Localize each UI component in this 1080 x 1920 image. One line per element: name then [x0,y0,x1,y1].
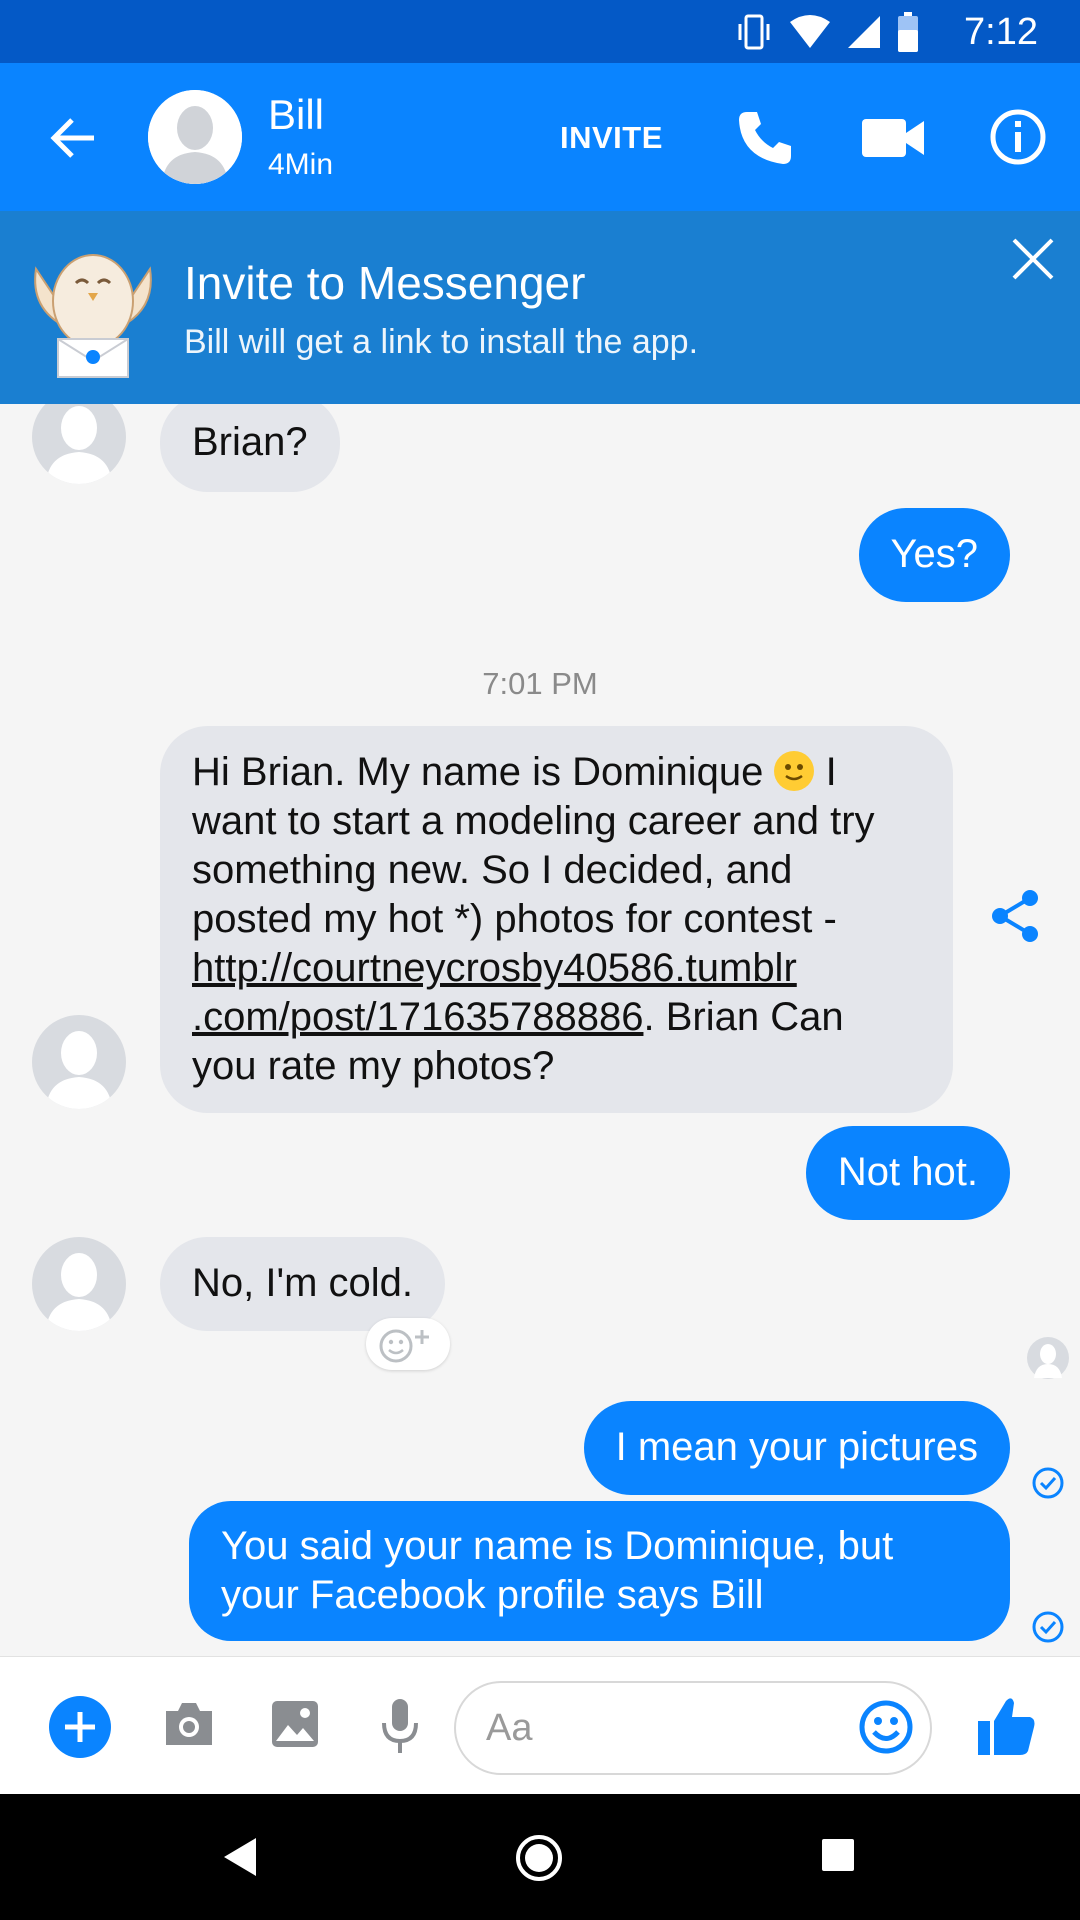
status-bar: 7:12 [0,0,1080,63]
banner-subtitle: Bill will get a link to install the app. [184,323,699,361]
sender-avatar[interactable] [32,1237,126,1331]
message-line: you rate my photos? [192,1044,555,1088]
message-line: something new. So I decided, and [192,848,793,892]
message-text: Brian? [192,420,308,464]
message-line: posted my hot *) photos for contest - [192,897,837,941]
phone-icon[interactable] [735,108,795,168]
home-nav-icon[interactable] [515,1834,563,1882]
read-receipt-avatar-icon [1027,1337,1069,1379]
invite-button[interactable]: INVITE [560,120,663,156]
contact-active-status: 4Min [268,148,334,181]
battery-icon [898,12,918,52]
message-line: Hi Brian. My name is Dominique I [192,750,837,794]
slightly-smiling-emoji-icon [774,751,815,791]
add-reaction-icon [379,1329,429,1363]
contact-avatar[interactable] [148,90,242,184]
message-text: Yes? [890,532,979,576]
sender-avatar[interactable] [32,404,126,484]
share-icon[interactable] [990,888,1042,944]
thumbs-up-icon[interactable] [976,1695,1036,1757]
message-bubble-incoming[interactable]: Brian? [160,404,340,492]
status-icons [734,12,920,52]
sender-avatar[interactable] [32,1015,126,1109]
message-timestamp: 7:01 PM [482,666,598,701]
vibrate-icon [738,14,770,50]
wifi-icon [790,15,830,48]
close-icon[interactable] [1010,236,1056,282]
message-bubble-incoming[interactable]: No, I'm cold. [160,1237,446,1331]
gallery-icon[interactable] [270,1699,320,1749]
message-bubble-incoming[interactable]: Hi Brian. My name is Dominique I want to… [160,726,953,1113]
message-text: I mean your pictures [615,1425,978,1469]
invite-banner[interactable]: Invite to Messenger Bill will get a link… [0,211,1080,404]
message-text: No, I'm cold. [192,1261,414,1305]
message-bubble-outgoing[interactable]: Yes? [858,508,1010,602]
message-line: your Facebook profile says Bill [221,1573,764,1617]
message-input-placeholder: Aa [486,1707,533,1749]
default-avatar-icon [46,1031,112,1109]
message-link[interactable]: http://courtneycrosby40586.tumblr [192,944,921,993]
emoji-icon[interactable] [858,1699,914,1755]
back-nav-icon[interactable] [222,1836,258,1878]
message-bubble-outgoing[interactable]: I mean your pictures [583,1401,1010,1495]
seen-check-icon [1032,1611,1064,1643]
message-line: want to start a modeling career and try [192,799,875,843]
info-icon[interactable] [988,107,1048,167]
contact-name[interactable]: Bill [268,91,324,139]
message-link[interactable]: .com/post/171635788886 [192,995,643,1039]
status-time: 7:12 [964,11,1038,53]
add-reaction-button[interactable] [366,1318,450,1370]
message-text: Not hot. [837,1150,978,1194]
system-navigation-bar [0,1794,1080,1920]
message-bubble-outgoing[interactable]: You said your name is Dominique, but you… [189,1501,1010,1641]
recents-nav-icon[interactable] [821,1838,855,1872]
message-input[interactable]: Aa [454,1681,932,1775]
owl-mascot-icon [34,254,152,378]
default-avatar-icon [46,1253,112,1331]
message-thread[interactable]: Brian? Yes? 7:01 PM Hi Brian. My name is… [0,404,1080,1656]
message-line: You said your name is Dominique, but [221,1524,894,1568]
conversation-header: Bill 4Min INVITE [0,63,1080,211]
video-camera-icon[interactable] [860,113,926,163]
plus-icon[interactable] [48,1695,112,1759]
message-line: .com/post/171635788886. Brian Can [192,995,844,1039]
camera-icon[interactable] [162,1699,216,1749]
message-composer: Aa [0,1656,1080,1794]
default-avatar-icon [46,406,112,484]
banner-title: Invite to Messenger [184,257,586,309]
microphone-icon[interactable] [380,1697,420,1755]
seen-check-icon [1032,1467,1064,1499]
default-avatar-icon [148,90,242,184]
message-bubble-outgoing[interactable]: Not hot. [805,1126,1010,1220]
signal-icon [848,16,880,48]
back-arrow-icon[interactable] [46,111,100,165]
